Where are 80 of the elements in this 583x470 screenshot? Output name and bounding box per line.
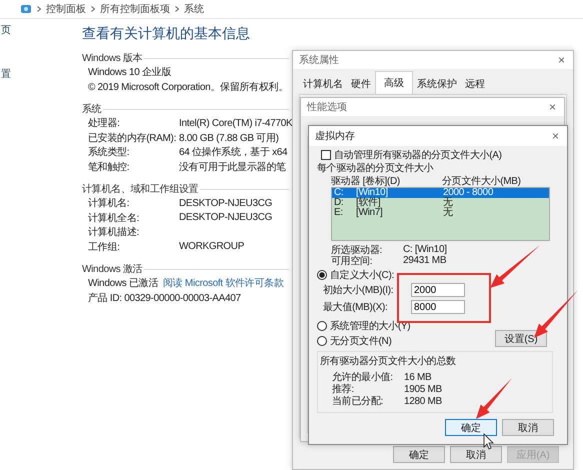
info-label: 处理器:	[88, 116, 121, 130]
info-text: Windows 已激活	[88, 277, 158, 290]
sidebar-link[interactable]: 页	[1, 23, 11, 37]
info-text: 产品 ID: 00329-00000-00003-AA407	[88, 292, 241, 305]
info-value: 1280 MB	[404, 396, 442, 406]
dialog-button[interactable]: 取消	[502, 419, 554, 436]
breadcrumb-item[interactable]: 所有控制面板项	[100, 2, 170, 16]
sidebar-link[interactable]: 置	[1, 67, 11, 81]
breadcrumb-item[interactable]: 系统	[184, 2, 204, 16]
dialog-button[interactable]: 取消	[450, 446, 502, 463]
radio-label: 自定义大小(C):	[330, 268, 394, 282]
info-label: 计算机描述:	[88, 226, 140, 240]
tab[interactable]: 系统保护	[413, 74, 461, 94]
info-label: 工作组:	[88, 240, 121, 254]
page-title: 查看有关计算机的基本信息	[82, 25, 251, 43]
info-label: 笔和触控:	[88, 160, 130, 174]
tab[interactable]: 计算机名	[299, 74, 347, 94]
column-header: 驱动器 [卷标](D)	[331, 174, 401, 188]
window-title: 虚拟内存	[315, 130, 355, 143]
close-button[interactable]: ×	[552, 129, 559, 143]
breadcrumb-item[interactable]: 控制面板	[46, 2, 86, 16]
group-label: 所有驱动器分页文件大小的总数	[319, 354, 457, 368]
chevron-icon	[91, 6, 95, 12]
drive-row[interactable]: E: [Win7] 无	[332, 208, 549, 218]
info-value: Intel(R) Core(TM) i7-4770K	[179, 118, 292, 129]
info-value: DESKTOP-NJEU3CG	[179, 212, 272, 224]
window-title: 性能选项	[307, 100, 347, 114]
info-value: 16 MB	[404, 372, 432, 382]
section-heading: Windows 激活	[82, 263, 142, 276]
tab[interactable]: 远程	[461, 74, 489, 94]
info-label: 当前已分配:	[332, 394, 384, 408]
info-value: 1905 MB	[404, 384, 442, 394]
column-header: 分页文件大小(MB)	[442, 174, 521, 188]
checkbox-label: 自动管理所有驱动器的分页文件大小(A)	[334, 148, 502, 162]
group-label: 每个驱动器的分页文件大小	[317, 162, 434, 175]
info-label: 计算机全名:	[88, 212, 140, 225]
info-label: 所选驱动器:	[331, 244, 383, 256]
info-label: 系统类型:	[88, 146, 130, 160]
checkbox[interactable]	[321, 150, 331, 160]
input-field[interactable]: 2000	[411, 283, 465, 297]
field-label: 最大值(MB)(X):	[323, 300, 388, 314]
dialog-button[interactable]: 确定	[393, 446, 445, 463]
info-value: 8.00 GB (7.88 GB 可用)	[179, 132, 279, 145]
info-label: 推荐:	[332, 382, 355, 396]
info-value: 29431 MB	[403, 255, 446, 266]
chevron-icon	[37, 6, 41, 12]
section-heading: 计算机名、域和工作组设置	[82, 182, 198, 196]
settings-button[interactable]: 设置(S)	[495, 330, 547, 347]
tab[interactable]: 硬件	[347, 74, 375, 94]
pointer-arrow	[476, 378, 512, 419]
radio-label: 无分页文件(N)	[330, 334, 392, 348]
dialog-button[interactable]: 确定	[445, 419, 497, 436]
section-heading: Windows 版本	[82, 52, 142, 65]
info-label: 计算机名:	[88, 196, 130, 210]
radio-button[interactable]	[317, 270, 327, 280]
radio-button[interactable]	[317, 321, 327, 331]
info-value: C: [Win10]	[403, 244, 447, 255]
section-heading: 系统	[82, 102, 102, 116]
info-label: 已安装的内存(RAM):	[88, 132, 178, 145]
input-field[interactable]: 8000	[411, 300, 465, 314]
info-value: 没有可用于此显示器的笔	[179, 160, 286, 174]
info-value: DESKTOP-NJEU3CG	[179, 198, 272, 209]
info-text: Windows 10 企业版	[88, 66, 172, 80]
info-value: WORKGROUP	[179, 241, 244, 252]
info-value: 64 位操作系统，基于 x64	[179, 146, 288, 160]
field-label: 初始大小(MB)(I):	[323, 284, 394, 297]
drive-row[interactable]: D: [软件] 无	[332, 198, 549, 208]
info-text: © 2019 Microsoft Corporation。保留所有权利。	[88, 80, 288, 94]
drive-row[interactable]: C: [Win10] 2000 - 8000	[332, 188, 549, 198]
info-label: 允许的最小值:	[332, 370, 394, 384]
close-button[interactable]: ×	[548, 100, 556, 114]
window-title: 系统属性	[299, 54, 339, 67]
license-link[interactable]: 阅读 Microsoft 软件许可条款	[163, 276, 284, 290]
tab[interactable]: 高级	[375, 71, 413, 94]
chevron-icon	[175, 6, 179, 12]
pointer-arrow	[490, 245, 540, 288]
radio-button[interactable]	[317, 336, 327, 346]
close-button[interactable]: ×	[558, 53, 565, 67]
info-label: 可用空间:	[331, 254, 374, 268]
control-panel-icon	[20, 3, 32, 15]
